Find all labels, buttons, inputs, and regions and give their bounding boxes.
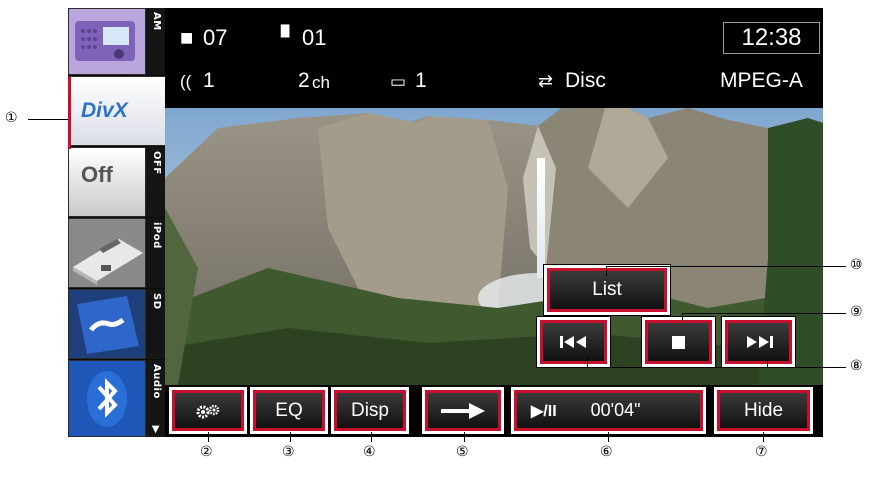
- radio-icon: [69, 9, 145, 74]
- callout-3: ③: [282, 444, 295, 460]
- list-button[interactable]: List: [543, 264, 671, 316]
- source-off-tile-text: Off: [81, 162, 113, 187]
- source-divx-label: DivX: [81, 99, 128, 122]
- callout-line-3: [290, 432, 291, 442]
- folder-number: 07: [203, 25, 228, 50]
- settings-button[interactable]: [168, 386, 248, 435]
- source-ipod-label: iPod: [151, 222, 162, 249]
- hide-button[interactable]: Hide: [713, 386, 814, 435]
- ipod-dock-icon: [69, 219, 145, 287]
- source-sidebar: AM DivX Off OFF iPod SD Audio ▼: [68, 8, 165, 437]
- repeat-mode: Disc: [565, 69, 606, 92]
- source-off[interactable]: Off OFF: [68, 147, 165, 218]
- callout-9: ⑨: [850, 304, 863, 320]
- source-divx[interactable]: DivX: [68, 76, 165, 147]
- next-page-button[interactable]: [421, 386, 505, 435]
- folder-icon: ■: [180, 25, 194, 50]
- play-pause-icon: ▶/II: [531, 402, 557, 420]
- callout-line-7: [763, 432, 764, 442]
- eq-button-label: EQ: [256, 393, 322, 428]
- elapsed-time: 00'04": [590, 400, 641, 420]
- callout-10: ⑩: [850, 257, 863, 273]
- disp-button[interactable]: Disp: [330, 386, 410, 435]
- previous-button[interactable]: [536, 316, 611, 368]
- file-number: 01: [302, 25, 327, 50]
- callout-2: ②: [200, 444, 213, 460]
- callout-line-1: [28, 119, 69, 120]
- source-sd[interactable]: SD: [68, 289, 165, 360]
- file-icon: ▘: [281, 25, 298, 50]
- stop-button[interactable]: [641, 316, 716, 368]
- callout-line-6: [608, 432, 609, 442]
- source-ipod[interactable]: iPod: [68, 218, 165, 289]
- source-off-label: OFF: [151, 151, 162, 175]
- callout-line-4: [371, 432, 372, 442]
- source-audio-label: Audio: [151, 364, 162, 399]
- callout-line-5: [464, 432, 465, 442]
- clock: 12:38: [723, 22, 820, 54]
- callout-line-8: [587, 367, 846, 368]
- callout-line-9: [682, 313, 846, 314]
- divx-highlight-bar: [68, 77, 71, 149]
- callout-line-10: [606, 266, 846, 267]
- gear-icon: [175, 393, 241, 428]
- divx-logo: DivX: [69, 77, 165, 145]
- channels-value: 2: [298, 69, 310, 92]
- play-pause-button[interactable]: ▶/II 00'04": [510, 386, 707, 435]
- scroll-down-icon[interactable]: ▼: [152, 424, 160, 435]
- audio-channel-number: 1: [203, 69, 215, 92]
- callout-5: ⑤: [456, 444, 469, 460]
- bluetooth-icon: [69, 361, 145, 436]
- callout-4: ④: [363, 444, 376, 460]
- av-screen: ■ 07 ▘ 01 12:38 (( 1 2 ch ▭ 1 ⇄ Disc MPE…: [68, 8, 823, 437]
- sd-card-icon: [69, 290, 145, 358]
- subtitle-icon: ▭: [390, 72, 407, 91]
- source-am-label: AM: [151, 12, 162, 31]
- callout-6: ⑥: [600, 444, 613, 460]
- subtitle-number: 1: [415, 69, 427, 92]
- next-button[interactable]: [721, 316, 796, 368]
- repeat-icon: ⇄: [538, 71, 554, 91]
- hide-button-label: Hide: [720, 393, 807, 428]
- callout-7: ⑦: [755, 444, 768, 460]
- status-panel: ■ 07 ▘ 01 12:38 (( 1 2 ch ▭ 1 ⇄ Disc MPE…: [165, 8, 823, 108]
- disp-button-label: Disp: [337, 393, 403, 428]
- skip-back-icon: [543, 323, 604, 361]
- source-bluetooth-audio[interactable]: Audio ▼: [68, 360, 165, 437]
- format-label: MPEG-A: [720, 69, 803, 92]
- stop-icon: [648, 323, 709, 361]
- source-am[interactable]: AM: [68, 8, 165, 76]
- source-sd-label: SD: [151, 293, 162, 310]
- list-button-label: List: [550, 271, 664, 309]
- arrow-right-icon: [428, 393, 498, 428]
- callout-8: ⑧: [850, 358, 863, 374]
- eq-button[interactable]: EQ: [249, 386, 329, 435]
- callout-1: ①: [5, 110, 18, 126]
- audio-channel-icon: ((: [180, 72, 192, 91]
- callout-line-2: [208, 432, 209, 442]
- channels-unit: ch: [312, 73, 330, 92]
- skip-forward-icon: [728, 323, 789, 361]
